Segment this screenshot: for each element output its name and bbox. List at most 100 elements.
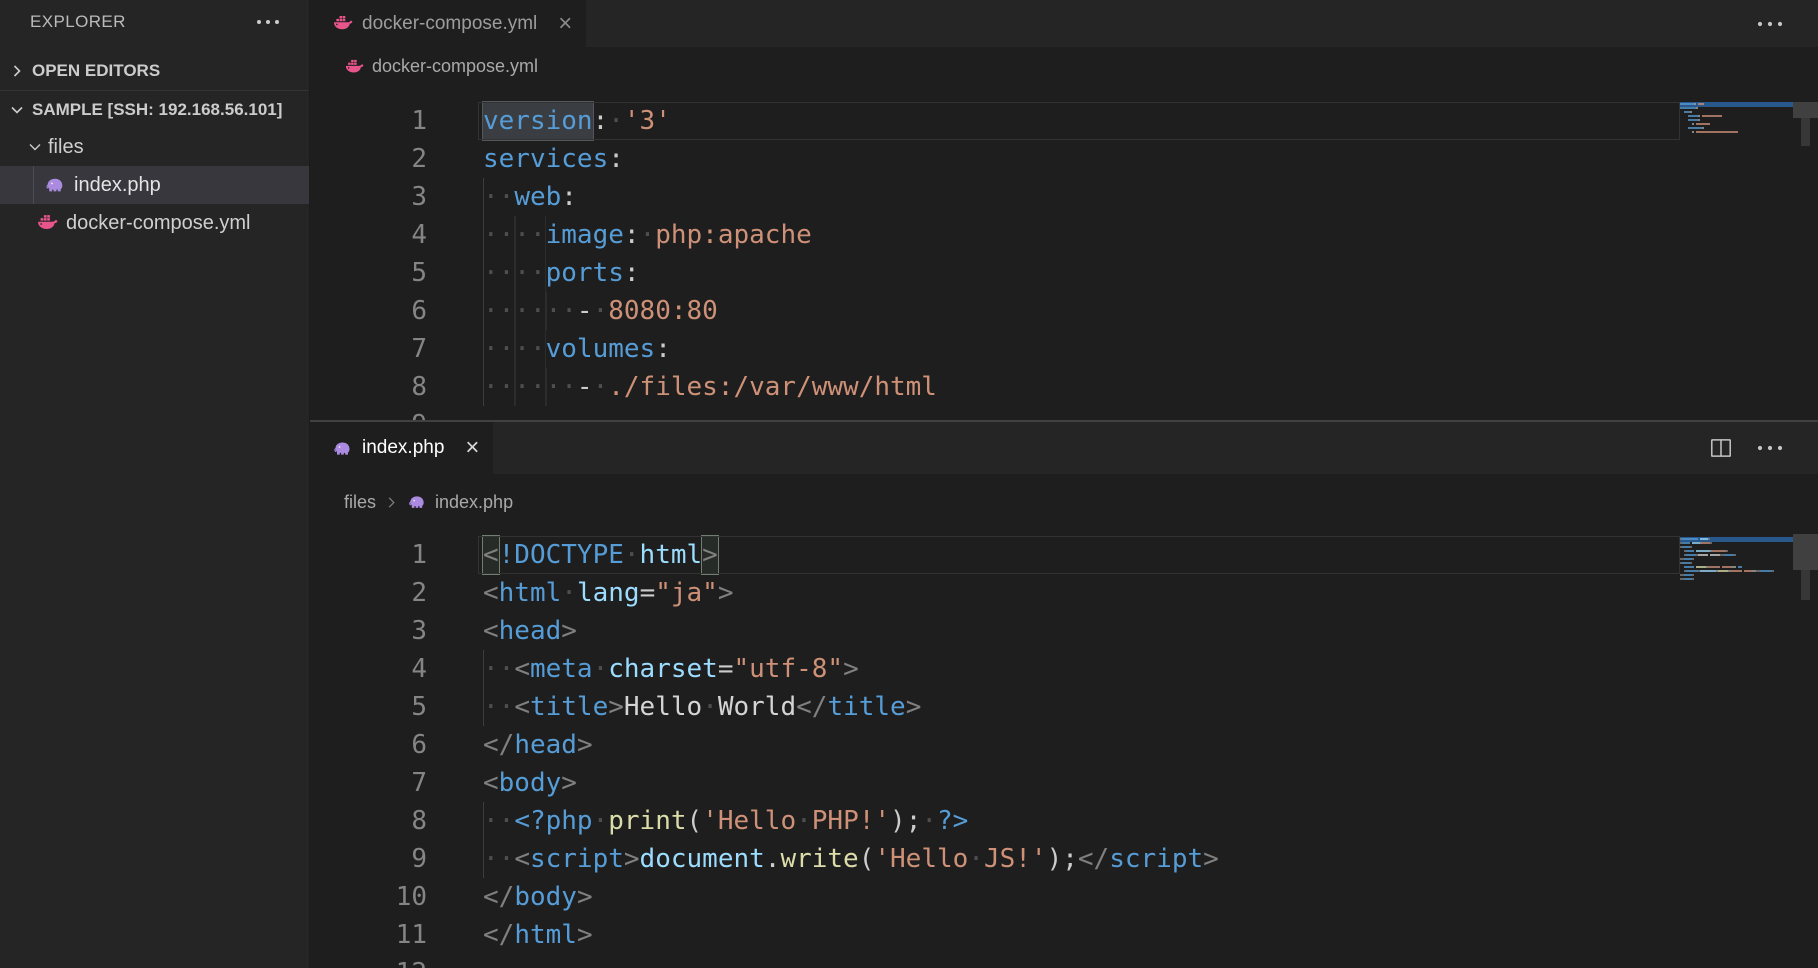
tree-item-index-php[interactable]: index.php — [0, 166, 309, 204]
minimap[interactable] — [1680, 86, 1793, 420]
docker-icon — [36, 212, 58, 234]
code-token: > — [577, 726, 593, 764]
breadcrumb-folder[interactable]: files — [344, 492, 376, 513]
breadcrumb-file[interactable]: index.php — [407, 492, 513, 513]
line-number: 1 — [310, 536, 427, 574]
code-line: 2<html·lang="ja"> — [310, 574, 1680, 612]
tab-actions-bottom — [1708, 422, 1818, 474]
code-token: : — [624, 254, 640, 292]
code-token: meta — [530, 650, 593, 688]
code-token: · — [608, 102, 624, 140]
section-label: OPEN EDITORS — [32, 61, 160, 81]
code-token: Hello — [624, 688, 702, 726]
code-line: 11</html> — [310, 916, 1680, 954]
code-token: </ — [483, 878, 514, 916]
code-token: ······ — [483, 292, 577, 330]
code-token: : — [593, 102, 609, 140]
code-token: : — [561, 178, 577, 216]
line-number: 4 — [310, 650, 427, 688]
code-token: <?php — [514, 802, 592, 840]
code-line: 9··<script>document.write('Hello·JS!');<… — [310, 840, 1680, 878]
code-token: html — [499, 574, 562, 612]
code-token: = — [718, 650, 734, 688]
code-token: web — [514, 178, 561, 216]
line-number: 4 — [310, 216, 427, 254]
code-token: < — [483, 536, 499, 574]
sidebar-section-open-editors[interactable]: OPEN EDITORS — [0, 52, 309, 90]
code-token: ( — [687, 802, 703, 840]
code-token: </ — [796, 688, 827, 726]
code-token: · — [593, 368, 609, 406]
code-line: 6</head> — [310, 726, 1680, 764]
explorer-more-actions-icon[interactable] — [255, 18, 281, 26]
code-token: ?> — [937, 802, 968, 840]
more-actions-icon[interactable] — [1756, 444, 1784, 452]
breadcrumb-file[interactable]: docker-compose.yml — [344, 56, 538, 77]
tree-item-files-folder[interactable]: files — [0, 128, 309, 166]
breadcrumb-label: index.php — [435, 492, 513, 513]
code-token: lang — [577, 574, 640, 612]
code-token: > — [561, 612, 577, 650]
tree-indent-guide — [33, 166, 34, 204]
code-token: . — [765, 840, 781, 878]
code-line: 5··<title>Hello·World</title> — [310, 688, 1680, 726]
code-token: head — [499, 612, 562, 650]
code-token: ·· — [483, 688, 514, 726]
code-token: < — [514, 688, 530, 726]
code-token: ·· — [483, 840, 514, 878]
minimap-slider[interactable] — [1801, 118, 1810, 146]
code-token: - — [577, 292, 593, 330]
tab-index-php[interactable]: index.php × — [310, 422, 493, 474]
minimap-slider[interactable] — [1801, 570, 1810, 600]
tree-item-label: files — [48, 136, 84, 159]
editor-index-php[interactable]: 1<!DOCTYPE·html>2<html·lang="ja">3<head>… — [310, 530, 1818, 968]
breadcrumb-label: files — [344, 492, 376, 513]
code-line: 12 — [310, 954, 1680, 968]
code-token: ·· — [483, 178, 514, 216]
breadcrumbs-top: docker-compose.yml — [310, 47, 1818, 86]
chevron-right-icon — [384, 495, 399, 510]
code-token: script — [530, 840, 624, 878]
code-token: "utf-8" — [733, 650, 843, 688]
line-number: 2 — [310, 574, 427, 612]
code-line: 1<!DOCTYPE·html> — [310, 536, 1680, 574]
scrollbar-thumb[interactable] — [1793, 534, 1818, 570]
code-line: 10</body> — [310, 878, 1680, 916]
line-number: 6 — [310, 726, 427, 764]
vscode-window: EXPLORER OPEN EDITORS SAMPLE [SSH: 192.1… — [0, 0, 1818, 968]
more-actions-icon[interactable] — [1756, 20, 1784, 28]
code-token: ·· — [483, 802, 514, 840]
minimap[interactable] — [1680, 530, 1793, 968]
tab-label: index.php — [362, 437, 444, 459]
code-token: > — [608, 688, 624, 726]
docker-icon — [332, 13, 353, 34]
code-token: > — [702, 536, 718, 574]
chevron-down-icon — [8, 101, 26, 119]
scrollbar — [1793, 86, 1818, 420]
code-token: · — [702, 688, 718, 726]
code-token: script — [1109, 840, 1203, 878]
tab-docker-compose[interactable]: docker-compose.yml × — [310, 0, 586, 47]
code-line: 4····image:·php:apache — [310, 216, 1680, 254]
code-token: - — [577, 368, 593, 406]
editor-docker-compose[interactable]: 1version:·'3'2services:3··web:4····image… — [310, 86, 1818, 420]
close-icon[interactable]: × — [558, 12, 572, 36]
tree-item-docker-compose[interactable]: docker-compose.yml — [0, 204, 309, 242]
tab-label: docker-compose.yml — [362, 13, 537, 35]
close-icon[interactable]: × — [465, 436, 479, 460]
code-token: body — [499, 764, 562, 802]
explorer-header: EXPLORER — [0, 0, 309, 44]
code-token: · — [640, 216, 656, 254]
split-editor-icon[interactable] — [1708, 435, 1734, 461]
explorer-title: EXPLORER — [30, 12, 255, 32]
code-token: 8080:80 — [608, 292, 718, 330]
code-token: > — [906, 688, 922, 726]
scrollbar-thumb[interactable] — [1793, 102, 1818, 118]
tabbar-bottom: index.php × — [310, 422, 1818, 474]
line-number: 6 — [310, 292, 427, 330]
code-token: > — [1203, 840, 1219, 878]
code-token: print — [608, 802, 686, 840]
code-token: > — [843, 650, 859, 688]
sidebar-section-workspace[interactable]: SAMPLE [SSH: 192.168.56.101] — [0, 90, 309, 128]
code-token: PHP!' — [812, 802, 890, 840]
